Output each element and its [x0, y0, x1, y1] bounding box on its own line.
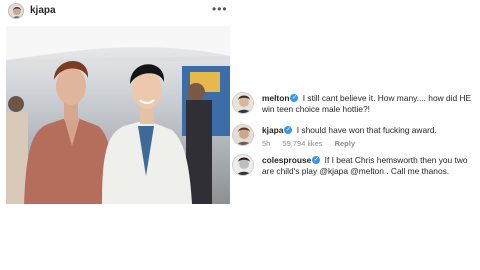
- verified-badge-icon: ✓: [284, 126, 293, 135]
- comment-text: I should have won that fucking award.: [296, 125, 437, 135]
- comment-likes[interactable]: 59,794 likes: [282, 139, 322, 148]
- reply-button[interactable]: Reply: [335, 139, 355, 148]
- comment-username[interactable]: melton: [262, 93, 289, 103]
- avatar[interactable]: [232, 92, 254, 114]
- verified-badge-icon: ✓: [290, 94, 299, 103]
- post-author-username[interactable]: kjapa: [30, 5, 56, 16]
- verified-badge-icon: ✓: [312, 156, 321, 165]
- comment-time: 5h: [262, 139, 271, 148]
- more-options-icon[interactable]: •••: [212, 2, 228, 16]
- comment-username[interactable]: kjapa: [262, 125, 283, 135]
- avatar[interactable]: [8, 3, 24, 19]
- comment-meta: 5h 59,794 likes Reply: [262, 138, 474, 149]
- avatar[interactable]: [232, 124, 254, 146]
- avatar[interactable]: [232, 154, 254, 176]
- post-photo[interactable]: [6, 26, 230, 204]
- comment-username[interactable]: colesprouse: [262, 155, 311, 165]
- post-header: kjapa •••: [0, 0, 240, 24]
